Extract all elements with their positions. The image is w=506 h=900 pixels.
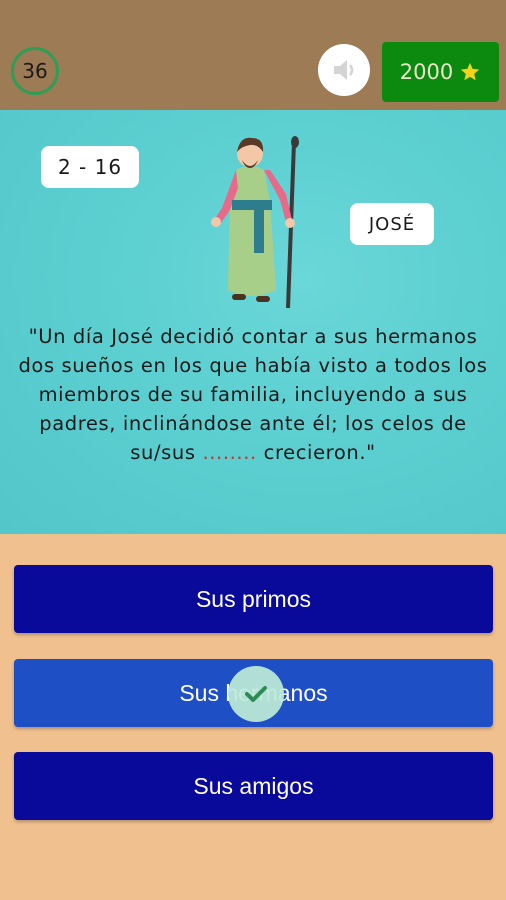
- top-bar: 36 2000: [0, 0, 506, 110]
- character-name: JOSÉ: [368, 213, 416, 235]
- jose-character-illustration: [211, 136, 299, 309]
- timer-value: 36: [22, 59, 48, 83]
- question-blank: ........: [202, 441, 257, 464]
- character-name-badge: JOSÉ: [350, 203, 434, 245]
- answer-button-3[interactable]: Sus amigos: [14, 752, 493, 820]
- correct-checkmark-icon: [228, 666, 284, 722]
- question-text: "Un día José decidió contar a sus herman…: [14, 322, 492, 467]
- timer: 36: [11, 47, 59, 95]
- sound-button[interactable]: [318, 44, 370, 96]
- answer-label: Sus amigos: [193, 772, 314, 799]
- answer-button-1[interactable]: Sus primos: [14, 565, 493, 633]
- coins-counter: 2000: [382, 42, 499, 102]
- level-badge: 2 - 16: [41, 146, 139, 188]
- question-text-after: crecieron.": [256, 441, 376, 464]
- coins-value: 2000: [399, 60, 454, 84]
- answer-label: Sus primos: [195, 585, 312, 612]
- speaker-icon: [334, 60, 354, 80]
- star-icon: [461, 62, 480, 81]
- level-label: 2 - 16: [57, 155, 123, 179]
